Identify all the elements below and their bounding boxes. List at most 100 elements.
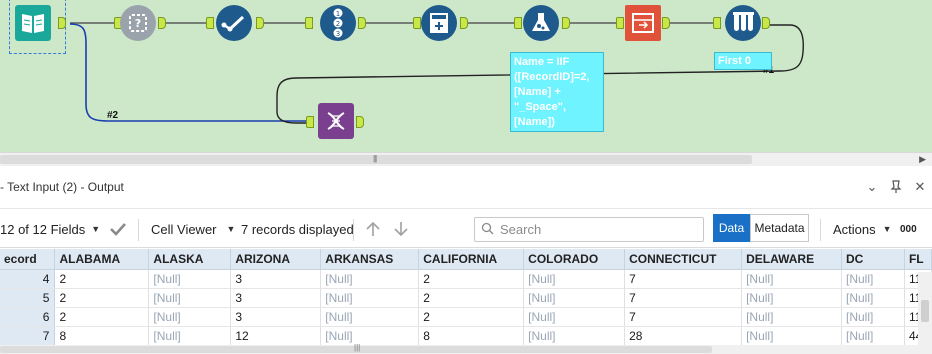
fields-selector[interactable]: 12 of 12 Fields ▼ (0, 209, 100, 249)
column-header[interactable]: DC (841, 249, 905, 270)
arrow-up-icon[interactable] (365, 209, 381, 249)
table-cell[interactable]: [Null] (841, 288, 905, 308)
table-cell[interactable]: 2 (54, 288, 150, 308)
actions-dropdown[interactable]: Actions ▼ (833, 209, 892, 249)
column-header[interactable]: CONNECTICUT (624, 249, 743, 270)
column-header[interactable]: FL (904, 249, 932, 270)
formula-tool[interactable] (421, 5, 457, 41)
table-cell[interactable]: [Null] (523, 307, 626, 327)
grid-horizontal-scrollbar[interactable]: ||| (0, 343, 932, 354)
table-cell[interactable]: [Null] (741, 269, 842, 289)
record-number-cell[interactable]: 7 (0, 326, 56, 346)
search-input[interactable] (500, 222, 690, 237)
checkmark-icon[interactable] (109, 209, 127, 249)
column-header[interactable]: ecord (0, 249, 56, 270)
input-anchor[interactable] (305, 17, 313, 29)
column-header[interactable]: ALABAMA (54, 249, 150, 270)
table-cell[interactable]: [Null] (148, 288, 232, 308)
chevron-down-icon[interactable]: ⌄ (860, 176, 884, 198)
table-cell[interactable]: 7 (624, 269, 743, 289)
table-cell[interactable]: [Null] (320, 269, 420, 289)
data-tab[interactable]: Data (713, 214, 750, 242)
column-header[interactable]: CALIFORNIA (418, 249, 525, 270)
search-box[interactable] (474, 217, 704, 242)
output-anchor[interactable] (158, 17, 166, 29)
input-anchor[interactable] (206, 17, 214, 29)
input-anchor[interactable] (616, 17, 624, 29)
table-cell[interactable]: 2 (418, 288, 525, 308)
table-cell[interactable]: 3 (230, 288, 322, 308)
text-input-tool[interactable] (15, 5, 51, 41)
table-cell[interactable]: 3 (230, 269, 322, 289)
table-cell[interactable]: 2 (54, 307, 150, 327)
output-anchor[interactable] (356, 116, 364, 128)
more-options[interactable]: 000 (900, 209, 917, 249)
sample-tool[interactable] (725, 5, 761, 41)
output-anchor[interactable] (762, 17, 770, 29)
table-cell[interactable]: [Null] (523, 269, 626, 289)
table-cell[interactable]: 28 (624, 326, 743, 346)
table-cell[interactable]: [Null] (523, 326, 626, 346)
table-cell[interactable]: [Null] (741, 288, 842, 308)
table-cell[interactable]: 8 (418, 326, 525, 346)
column-header[interactable]: ARKANSAS (320, 249, 420, 270)
record-id-tool[interactable]: ? (120, 5, 156, 41)
table-cell[interactable]: [Null] (148, 307, 232, 327)
column-header[interactable]: COLORADO (523, 249, 626, 270)
table-row[interactable]: 6 2 [Null] 3 [Null] 2 [Null] 7 [Null] [Null] 11 (0, 307, 932, 327)
output-anchor[interactable] (256, 17, 264, 29)
record-number-cell[interactable]: 4 (0, 269, 56, 289)
close-icon[interactable]: ✕ (908, 176, 932, 198)
table-cell[interactable]: 7 (624, 307, 743, 327)
table-cell[interactable]: [Null] (523, 288, 626, 308)
crosstab-tool[interactable] (625, 5, 661, 41)
table-cell[interactable]: 2 (54, 269, 150, 289)
table-cell[interactable]: [Null] (741, 326, 842, 346)
table-cell[interactable]: 2 (418, 307, 525, 327)
select-tool[interactable] (216, 5, 252, 41)
sort-tool[interactable]: 1 2 3 (320, 5, 356, 41)
table-cell[interactable]: [Null] (841, 307, 905, 327)
formula-annotation[interactable]: Name = IIF ([RecordID]=2, [Name] + "_Spa… (510, 52, 604, 132)
scroll-right-icon[interactable]: ▶ (919, 154, 926, 165)
table-cell[interactable]: [Null] (148, 269, 232, 289)
table-cell[interactable]: 7 (624, 288, 743, 308)
column-header[interactable]: DELAWARE (741, 249, 842, 270)
table-cell[interactable]: 12 (230, 326, 322, 346)
sample-annotation[interactable]: First 0 (714, 52, 772, 70)
output-anchor[interactable] (460, 17, 468, 29)
output-anchor[interactable] (662, 17, 670, 29)
scrollbar-thumb[interactable] (921, 300, 929, 322)
cell-viewer-dropdown[interactable]: Cell Viewer ▼ (151, 209, 235, 249)
grid-vertical-scrollbar[interactable] (918, 272, 932, 352)
arrow-down-icon[interactable] (393, 209, 409, 249)
input-anchor[interactable] (306, 116, 314, 128)
table-row[interactable]: 5 2 [Null] 3 [Null] 2 [Null] 7 [Null] [Null] 11 (0, 288, 932, 308)
input-anchor[interactable] (413, 17, 421, 29)
multi-row-formula-tool[interactable] (523, 5, 559, 41)
metadata-tab[interactable]: Metadata (750, 214, 809, 242)
table-row[interactable]: 4 2 [Null] 3 [Null] 2 [Null] 7 [Null] [Null] 11 (0, 269, 932, 289)
table-cell[interactable]: [Null] (320, 288, 420, 308)
dynamic-rename-tool[interactable] (318, 103, 354, 139)
table-cell[interactable]: [Null] (841, 269, 905, 289)
table-cell[interactable]: [Null] (320, 326, 420, 346)
table-cell[interactable]: 8 (54, 326, 150, 346)
record-number-cell[interactable]: 6 (0, 307, 56, 327)
table-cell[interactable]: [Null] (741, 307, 842, 327)
table-cell[interactable]: 2 (418, 269, 525, 289)
input-anchor[interactable] (713, 17, 721, 29)
output-anchor[interactable] (562, 17, 570, 29)
pin-icon[interactable] (884, 176, 908, 198)
output-anchor[interactable] (358, 17, 366, 29)
record-number-cell[interactable]: 5 (0, 288, 56, 308)
table-row[interactable]: 7 8 [Null] 12 [Null] 8 [Null] 28 [Null] [Null] 44 (0, 326, 932, 346)
input-anchor[interactable] (514, 17, 522, 29)
table-cell[interactable]: [Null] (320, 307, 420, 327)
table-cell[interactable]: 3 (230, 307, 322, 327)
workflow-canvas[interactable]: ? 123 #2 #1 Name = IIF ([RecordID]=2, [N… (0, 0, 932, 152)
output-anchor[interactable] (58, 17, 66, 29)
column-header[interactable]: ARIZONA (230, 249, 322, 270)
table-cell[interactable]: [Null] (841, 326, 905, 346)
column-header[interactable]: ALASKA (148, 249, 232, 270)
